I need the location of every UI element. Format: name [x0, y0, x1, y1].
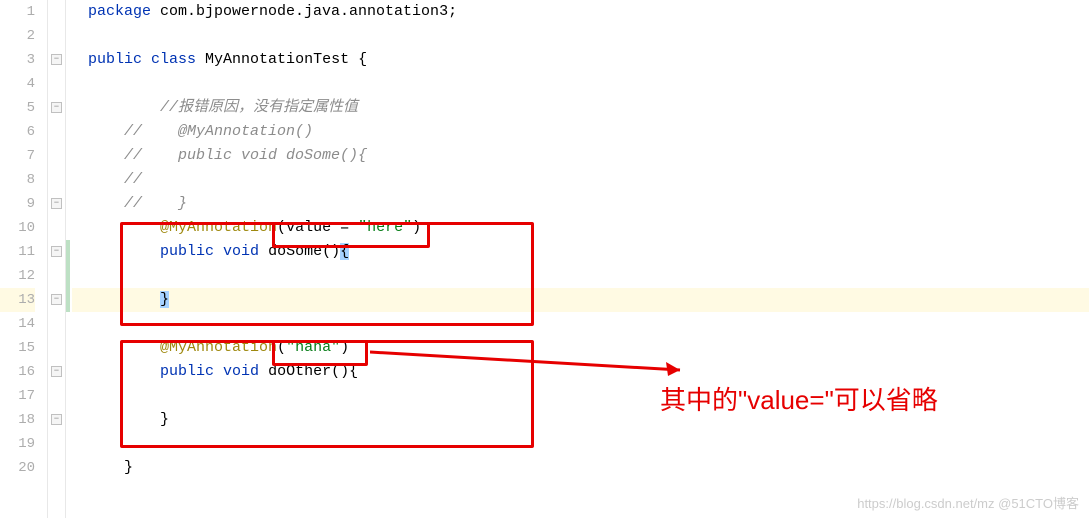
- code-line[interactable]: // public void doSome(){: [72, 144, 1089, 168]
- code-line[interactable]: [72, 312, 1089, 336]
- indent: [88, 123, 124, 140]
- brace: }: [124, 459, 133, 476]
- fold-toggle-icon[interactable]: −: [51, 54, 62, 65]
- line-number[interactable]: 2: [0, 24, 35, 48]
- code-line[interactable]: //: [72, 168, 1089, 192]
- indent: [88, 219, 160, 236]
- indent: [88, 411, 160, 428]
- line-number[interactable]: 6: [0, 120, 35, 144]
- comment: // public void doSome(){: [124, 147, 367, 164]
- line-number[interactable]: 19: [0, 432, 35, 456]
- line-number[interactable]: 14: [0, 312, 35, 336]
- keyword: package: [88, 3, 151, 20]
- string-literal: "here": [358, 219, 412, 236]
- line-number-gutter: 1 2 3 4 5 6 7 8 9 10 11 12 13 14 15 16 1…: [0, 0, 48, 518]
- fold-toggle-icon[interactable]: −: [51, 198, 62, 209]
- line-number[interactable]: 16: [0, 360, 35, 384]
- indent: [88, 459, 124, 476]
- line-number[interactable]: 12: [0, 264, 35, 288]
- code-area[interactable]: package com.bjpowernode.java.annotation3…: [72, 0, 1089, 518]
- paren: ): [340, 339, 349, 356]
- line-number[interactable]: 17: [0, 384, 35, 408]
- fold-toggle-icon[interactable]: −: [51, 414, 62, 425]
- fold-gutter: − − − − − − −: [48, 0, 66, 518]
- comment: // }: [124, 195, 187, 212]
- line-number[interactable]: 15: [0, 336, 35, 360]
- indent: [88, 291, 160, 308]
- fold-toggle-icon[interactable]: −: [51, 294, 62, 305]
- paren: (: [277, 219, 286, 236]
- code-line-current[interactable]: }: [72, 288, 1089, 312]
- code-line[interactable]: public void doSome(){: [72, 240, 1089, 264]
- string-literal: "haha": [286, 339, 340, 356]
- indent: [88, 195, 124, 212]
- paren: (: [277, 339, 286, 356]
- comment: //报错原因，没有指定属性值: [160, 99, 358, 116]
- code-line[interactable]: // @MyAnnotation(): [72, 120, 1089, 144]
- code-line[interactable]: //报错原因，没有指定属性值: [72, 96, 1089, 120]
- keyword: class: [151, 51, 196, 68]
- indent: [88, 363, 160, 380]
- code-line[interactable]: public class MyAnnotationTest {: [72, 48, 1089, 72]
- attr-name: value =: [286, 219, 358, 236]
- method-name: doOther(): [259, 363, 349, 380]
- fold-toggle-icon[interactable]: −: [51, 246, 62, 257]
- brace: {: [340, 243, 349, 260]
- indent: [88, 339, 160, 356]
- brace: }: [160, 291, 169, 308]
- paren: ): [412, 219, 421, 236]
- package-name: com.bjpowernode.java.annotation3;: [151, 3, 457, 20]
- class-name: MyAnnotationTest: [196, 51, 358, 68]
- comment: //: [124, 171, 142, 188]
- keyword: void: [223, 243, 259, 260]
- annotation: @MyAnnotation: [160, 219, 277, 236]
- line-number[interactable]: 18: [0, 408, 35, 432]
- indent: [88, 147, 124, 164]
- line-number[interactable]: 11: [0, 240, 35, 264]
- fold-toggle-icon[interactable]: −: [51, 366, 62, 377]
- method-name: doSome(): [259, 243, 340, 260]
- watermark-text: https://blog.csdn.net/mz @51CTO博客: [857, 493, 1079, 512]
- line-number[interactable]: 8: [0, 168, 35, 192]
- keyword: public: [88, 51, 142, 68]
- indent: [88, 243, 160, 260]
- code-line[interactable]: [72, 24, 1089, 48]
- change-marker: [66, 240, 70, 312]
- indent: [88, 99, 160, 116]
- code-line[interactable]: @MyAnnotation(value = "here"): [72, 216, 1089, 240]
- line-number[interactable]: 20: [0, 456, 35, 480]
- code-line[interactable]: }: [72, 456, 1089, 480]
- keyword: void: [223, 363, 259, 380]
- annotation: @MyAnnotation: [160, 339, 277, 356]
- code-line[interactable]: @MyAnnotation("haha"): [72, 336, 1089, 360]
- fold-toggle-icon[interactable]: −: [51, 102, 62, 113]
- brace: {: [349, 363, 358, 380]
- code-line[interactable]: // }: [72, 192, 1089, 216]
- code-line[interactable]: [72, 264, 1089, 288]
- line-number[interactable]: 4: [0, 72, 35, 96]
- keyword: public: [160, 363, 214, 380]
- annotation-callout-text: 其中的"value="可以省略: [660, 380, 938, 417]
- indent: [88, 171, 124, 188]
- line-number[interactable]: 9: [0, 192, 35, 216]
- code-line[interactable]: [72, 72, 1089, 96]
- line-number[interactable]: 10: [0, 216, 35, 240]
- code-line[interactable]: package com.bjpowernode.java.annotation3…: [72, 0, 1089, 24]
- comment: // @MyAnnotation(): [124, 123, 313, 140]
- line-number[interactable]: 1: [0, 0, 35, 24]
- line-number[interactable]: 13: [0, 288, 35, 312]
- code-editor: 1 2 3 4 5 6 7 8 9 10 11 12 13 14 15 16 1…: [0, 0, 1089, 518]
- line-number[interactable]: 5: [0, 96, 35, 120]
- line-number[interactable]: 7: [0, 144, 35, 168]
- keyword: public: [160, 243, 214, 260]
- brace: }: [160, 411, 169, 428]
- code-line[interactable]: [72, 432, 1089, 456]
- brace: {: [358, 51, 367, 68]
- line-number[interactable]: 3: [0, 48, 35, 72]
